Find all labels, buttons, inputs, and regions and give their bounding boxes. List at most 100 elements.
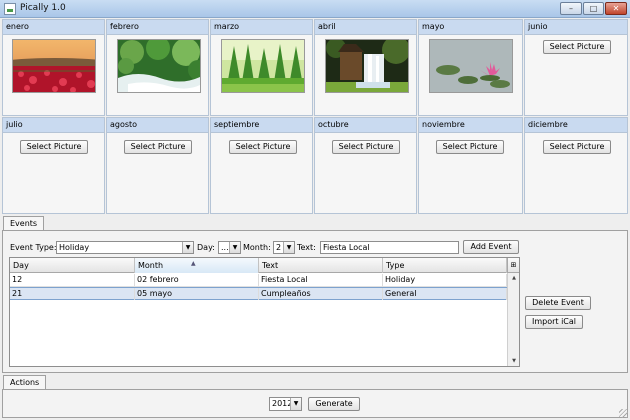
month-header: marzo: [211, 20, 312, 35]
sort-indicator-icon: ▲: [191, 260, 196, 267]
select-picture-button[interactable]: Select Picture: [436, 140, 504, 154]
close-icon: ✕: [612, 4, 620, 13]
month-panel-septiembre: septiembre Select Picture: [210, 117, 313, 214]
month-panel-diciembre: diciembre Select Picture: [524, 117, 628, 214]
maximize-icon: □: [589, 4, 598, 13]
month-panel-junio: junio Select Picture: [524, 19, 628, 116]
day-label: Day:: [197, 243, 215, 252]
add-event-button[interactable]: Add Event: [463, 240, 519, 254]
month-panel-marzo: marzo: [210, 19, 313, 116]
cell-month: 05 mayo: [135, 288, 259, 300]
month-header: mayo: [419, 20, 522, 35]
app-icon: [4, 3, 16, 15]
select-picture-button[interactable]: Select Picture: [543, 40, 611, 54]
month-header: enero: [3, 20, 104, 35]
table-row[interactable]: 21 05 mayo Cumpleaños General: [10, 287, 507, 300]
window-title: Pically 1.0: [20, 3, 66, 13]
month-header: septiembre: [211, 118, 312, 133]
dropdown-arrow-icon: ▼: [229, 242, 240, 253]
text-label: Text:: [297, 243, 316, 252]
column-control-icon[interactable]: ⊞: [507, 258, 519, 273]
cell-month: 02 febrero: [135, 274, 259, 286]
column-header-day[interactable]: Day: [10, 258, 135, 273]
column-header-text[interactable]: Text: [259, 258, 383, 273]
dropdown-arrow-icon: ▼: [290, 398, 301, 410]
month-header: agosto: [107, 118, 208, 133]
tab-events[interactable]: Events: [3, 216, 45, 231]
select-picture-button[interactable]: Select Picture: [332, 140, 400, 154]
cell-type: General: [383, 288, 507, 300]
scroll-down-icon[interactable]: ▼: [508, 356, 520, 366]
month-panel-abril: abril: [314, 19, 417, 116]
month-panel-agosto: agosto Select Picture: [106, 117, 209, 214]
table-header: Day Month ▲ Text Type: [10, 258, 507, 273]
dropdown-arrow-icon: ▼: [283, 242, 294, 253]
month-picture[interactable]: [12, 39, 96, 93]
generate-button[interactable]: Generate: [308, 397, 360, 411]
month-panel-mayo: mayo: [418, 19, 523, 116]
month-name: noviembre: [422, 120, 465, 129]
month-name: julio: [6, 120, 23, 129]
month-name: enero: [6, 22, 29, 31]
month-header: junio: [525, 20, 627, 35]
day-select[interactable]: ... ▼: [218, 241, 241, 254]
month-picture[interactable]: [429, 39, 513, 93]
minimize-icon: –: [569, 4, 573, 13]
vertical-scrollbar[interactable]: ▲ ▼: [507, 273, 519, 366]
tab-actions[interactable]: Actions: [3, 375, 47, 390]
cell-text: Cumpleaños: [259, 288, 383, 300]
month-header: diciembre: [525, 118, 627, 133]
cell-day: 12: [10, 274, 135, 286]
month-panel-febrero: febrero: [106, 19, 209, 116]
select-picture-button[interactable]: Select Picture: [543, 140, 611, 154]
month-header: noviembre: [419, 118, 522, 133]
month-header: abril: [315, 20, 416, 35]
month-header: julio: [3, 118, 104, 133]
event-type-select[interactable]: Holiday ▼: [56, 241, 194, 254]
month-name: mayo: [422, 22, 445, 31]
month-name: marzo: [214, 22, 240, 31]
month-name: octubre: [318, 120, 349, 129]
minimize-button[interactable]: –: [560, 2, 582, 15]
title-bar: Pically 1.0 – □ ✕: [0, 0, 630, 18]
events-table[interactable]: Day Month ▲ Text Type ⊞ 12 02 febrero Fi…: [9, 257, 520, 367]
select-picture-button[interactable]: Select Picture: [20, 140, 88, 154]
dropdown-arrow-icon: ▼: [182, 242, 193, 253]
year-select[interactable]: 2012 ▼: [269, 397, 302, 411]
event-type-value: Holiday: [59, 243, 90, 252]
month-name: junio: [528, 22, 548, 31]
month-panel-julio: julio Select Picture: [2, 117, 105, 214]
scroll-up-icon[interactable]: ▲: [508, 273, 520, 283]
month-value: 2: [276, 243, 282, 252]
month-picture[interactable]: [117, 39, 201, 93]
month-name: abril: [318, 22, 336, 31]
resize-grip-icon[interactable]: [619, 409, 628, 418]
day-value: ...: [221, 243, 229, 252]
column-header-month[interactable]: Month ▲: [135, 258, 259, 273]
event-type-label: Event Type:: [10, 243, 57, 252]
month-picture[interactable]: [221, 39, 305, 93]
import-ical-button[interactable]: Import iCal: [525, 315, 583, 329]
month-panel-enero: enero: [2, 19, 105, 116]
month-name: febrero: [110, 22, 139, 31]
cell-type: Holiday: [383, 274, 507, 286]
month-select[interactable]: 2 ▼: [273, 241, 295, 254]
month-header: octubre: [315, 118, 416, 133]
column-header-month-label: Month: [138, 261, 164, 270]
table-row[interactable]: 12 02 febrero Fiesta Local Holiday: [10, 274, 507, 287]
maximize-button[interactable]: □: [583, 2, 604, 15]
month-name: agosto: [110, 120, 138, 129]
close-button[interactable]: ✕: [605, 2, 627, 15]
month-name: septiembre: [214, 120, 260, 129]
cell-day: 21: [10, 288, 135, 300]
cell-text: Fiesta Local: [259, 274, 383, 286]
column-header-type[interactable]: Type: [383, 258, 507, 273]
month-label: Month:: [243, 243, 271, 252]
month-header: febrero: [107, 20, 208, 35]
event-text-input[interactable]: [320, 241, 459, 254]
month-panel-octubre: octubre Select Picture: [314, 117, 417, 214]
select-picture-button[interactable]: Select Picture: [229, 140, 297, 154]
delete-event-button[interactable]: Delete Event: [525, 296, 591, 310]
select-picture-button[interactable]: Select Picture: [124, 140, 192, 154]
month-picture[interactable]: [325, 39, 409, 93]
